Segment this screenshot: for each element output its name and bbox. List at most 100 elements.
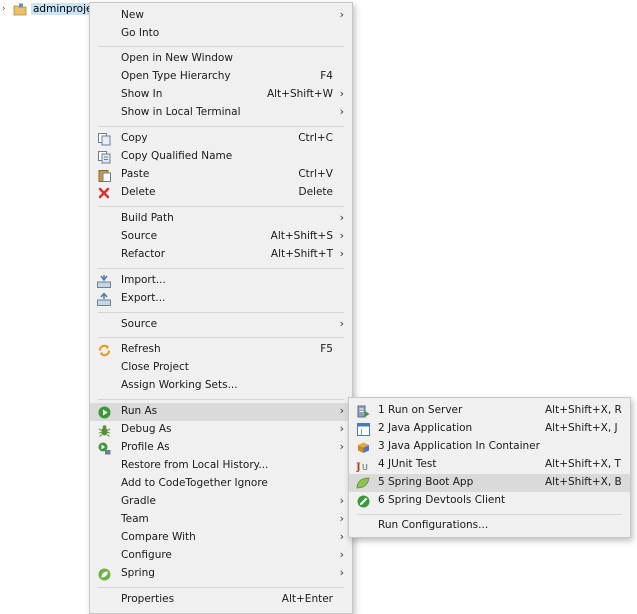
menu-separator xyxy=(98,46,344,47)
menu-item-run-as[interactable]: Run As › xyxy=(90,403,352,421)
menu-item-label: Paste xyxy=(121,168,150,180)
menu-item-label: Run As xyxy=(121,405,158,417)
menu-item-restore-local-history[interactable]: Restore from Local History... xyxy=(90,457,352,475)
menu-item-label: Refresh xyxy=(121,343,161,355)
menu-item-properties[interactable]: Properties Alt+Enter xyxy=(90,591,352,609)
menu-item-assign-working-sets[interactable]: Assign Working Sets... xyxy=(90,377,352,395)
menu-separator xyxy=(98,206,344,207)
menu-item-copy-qualified-name[interactable]: Copy Qualified Name xyxy=(90,148,352,166)
menu-item-copy[interactable]: Copy Ctrl+C xyxy=(90,130,352,148)
menu-item-delete[interactable]: Delete Delete xyxy=(90,184,352,202)
menu-item-shortcut: Alt+Shift+W xyxy=(266,88,333,100)
menu-item-label: Delete xyxy=(121,186,156,198)
menu-item-label: Export... xyxy=(121,292,166,304)
submenu-item-spring-boot-app[interactable]: 5 Spring Boot App Alt+Shift+X, B xyxy=(349,474,630,492)
java-application-icon: J xyxy=(356,422,370,436)
menu-item-paste[interactable]: Paste Ctrl+V xyxy=(90,166,352,184)
submenu-item-label: 2 Java Application xyxy=(378,422,473,434)
menu-item-label: Spring xyxy=(121,567,155,579)
menu-separator xyxy=(98,312,344,313)
submenu-item-label: 3 Java Application In Container xyxy=(378,440,540,452)
submenu-arrow-icon: › xyxy=(339,422,344,435)
menu-item-label: Show in Local Terminal xyxy=(121,106,241,118)
submenu-item-run-on-server[interactable]: 1 Run on Server Alt+Shift+X, R xyxy=(349,402,630,420)
menu-item-shortcut: Alt+Shift+S xyxy=(270,230,333,242)
submenu-item-java-app-in-container[interactable]: 3 Java Application In Container xyxy=(349,438,630,456)
menu-separator xyxy=(98,126,344,127)
menu-item-export[interactable]: Export... xyxy=(90,290,352,308)
menu-item-label: Show In xyxy=(121,88,163,100)
submenu-arrow-icon: › xyxy=(339,317,344,330)
submenu-item-junit-test[interactable]: JU 4 JUnit Test Alt+Shift+X, T xyxy=(349,456,630,474)
menu-item-label: Assign Working Sets... xyxy=(121,379,238,391)
menu-item-build-path[interactable]: Build Path › xyxy=(90,210,352,228)
menu-item-label: Profile As xyxy=(121,441,170,453)
export-icon xyxy=(97,292,111,306)
menu-item-gradle[interactable]: Gradle › xyxy=(90,493,352,511)
menu-item-profile-as[interactable]: Profile As › xyxy=(90,439,352,457)
menu-item-refresh[interactable]: Refresh F5 xyxy=(90,341,352,359)
svg-text:J: J xyxy=(356,462,361,472)
menu-item-label: Import... xyxy=(121,274,166,286)
menu-item-label: Go Into xyxy=(121,27,160,39)
run-as-submenu: 1 Run on Server Alt+Shift+X, R J 2 Java … xyxy=(348,397,631,538)
menu-item-label: Properties xyxy=(121,593,175,605)
delete-icon xyxy=(97,186,111,200)
submenu-item-shortcut: Alt+Shift+X, T xyxy=(545,458,621,470)
menu-item-label: Build Path xyxy=(121,212,174,224)
menu-item-label: Configure xyxy=(121,549,172,561)
submenu-arrow-icon: › xyxy=(339,211,344,224)
menu-item-close-project[interactable]: Close Project xyxy=(90,359,352,377)
copy-qualified-name-icon xyxy=(97,150,111,164)
menu-item-label: Copy Qualified Name xyxy=(121,150,233,162)
menu-item-show-in-local-terminal[interactable]: Show in Local Terminal › xyxy=(90,104,352,122)
menu-item-label: Refactor xyxy=(121,248,166,260)
submenu-arrow-icon: › xyxy=(339,494,344,507)
menu-item-open-type-hierarchy[interactable]: Open Type Hierarchy F4 xyxy=(90,68,352,86)
project-folder-icon xyxy=(13,3,27,15)
menu-item-open-in-new-window[interactable]: Open in New Window xyxy=(90,50,352,68)
server-run-icon xyxy=(356,404,370,418)
junit-icon: JU xyxy=(356,458,370,472)
menu-item-go-into[interactable]: Go Into xyxy=(90,25,352,43)
submenu-arrow-icon: › xyxy=(339,440,344,453)
menu-item-show-in[interactable]: Show In Alt+Shift+W › xyxy=(90,86,352,104)
menu-item-source[interactable]: Source Alt+Shift+S › xyxy=(90,228,352,246)
menu-item-team[interactable]: Team › xyxy=(90,511,352,529)
menu-item-spring[interactable]: Spring › xyxy=(90,565,352,583)
menu-item-debug-as[interactable]: Debug As › xyxy=(90,421,352,439)
menu-item-shortcut: Ctrl+C xyxy=(298,132,333,144)
submenu-item-java-application[interactable]: J 2 Java Application Alt+Shift+X, J xyxy=(349,420,630,438)
copy-icon xyxy=(97,132,111,146)
menu-item-label: Add to CodeTogether Ignore xyxy=(121,477,268,489)
menu-item-codetogether-ignore[interactable]: Add to CodeTogether Ignore xyxy=(90,475,352,493)
submenu-arrow-icon: › xyxy=(339,512,344,525)
menu-item-shortcut: Alt+Enter xyxy=(281,593,333,605)
submenu-item-run-configurations[interactable]: Run Configurations... xyxy=(349,517,630,535)
debug-bug-icon xyxy=(97,423,111,437)
menu-item-refactor[interactable]: Refactor Alt+Shift+T › xyxy=(90,246,352,264)
submenu-item-label: 1 Run on Server xyxy=(378,404,463,416)
menu-item-source-secondary[interactable]: Source › xyxy=(90,316,352,334)
submenu-item-spring-devtools-client[interactable]: 6 Spring Devtools Client xyxy=(349,492,630,510)
menu-item-label: Restore from Local History... xyxy=(121,459,269,471)
menu-item-shortcut: Ctrl+V xyxy=(298,168,333,180)
submenu-item-label: 4 JUnit Test xyxy=(378,458,437,470)
menu-item-label: New xyxy=(121,9,144,21)
import-icon xyxy=(97,274,111,288)
menu-item-label: Compare With xyxy=(121,531,196,543)
menu-item-configure[interactable]: Configure › xyxy=(90,547,352,565)
menu-item-label: Source xyxy=(121,318,158,330)
menu-item-label: Open Type Hierarchy xyxy=(121,70,231,82)
menu-item-import[interactable]: Import... xyxy=(90,272,352,290)
menu-item-new[interactable]: New › xyxy=(90,7,352,25)
svg-text:U: U xyxy=(362,463,368,472)
menu-item-compare-with[interactable]: Compare With › xyxy=(90,529,352,547)
profile-icon xyxy=(97,441,111,455)
spring-leaf-icon xyxy=(97,567,111,581)
chevron-right-icon[interactable]: › xyxy=(2,4,10,14)
submenu-arrow-icon: › xyxy=(339,8,344,21)
container-icon xyxy=(356,440,370,454)
paste-icon xyxy=(97,168,111,182)
refresh-icon xyxy=(97,343,111,357)
